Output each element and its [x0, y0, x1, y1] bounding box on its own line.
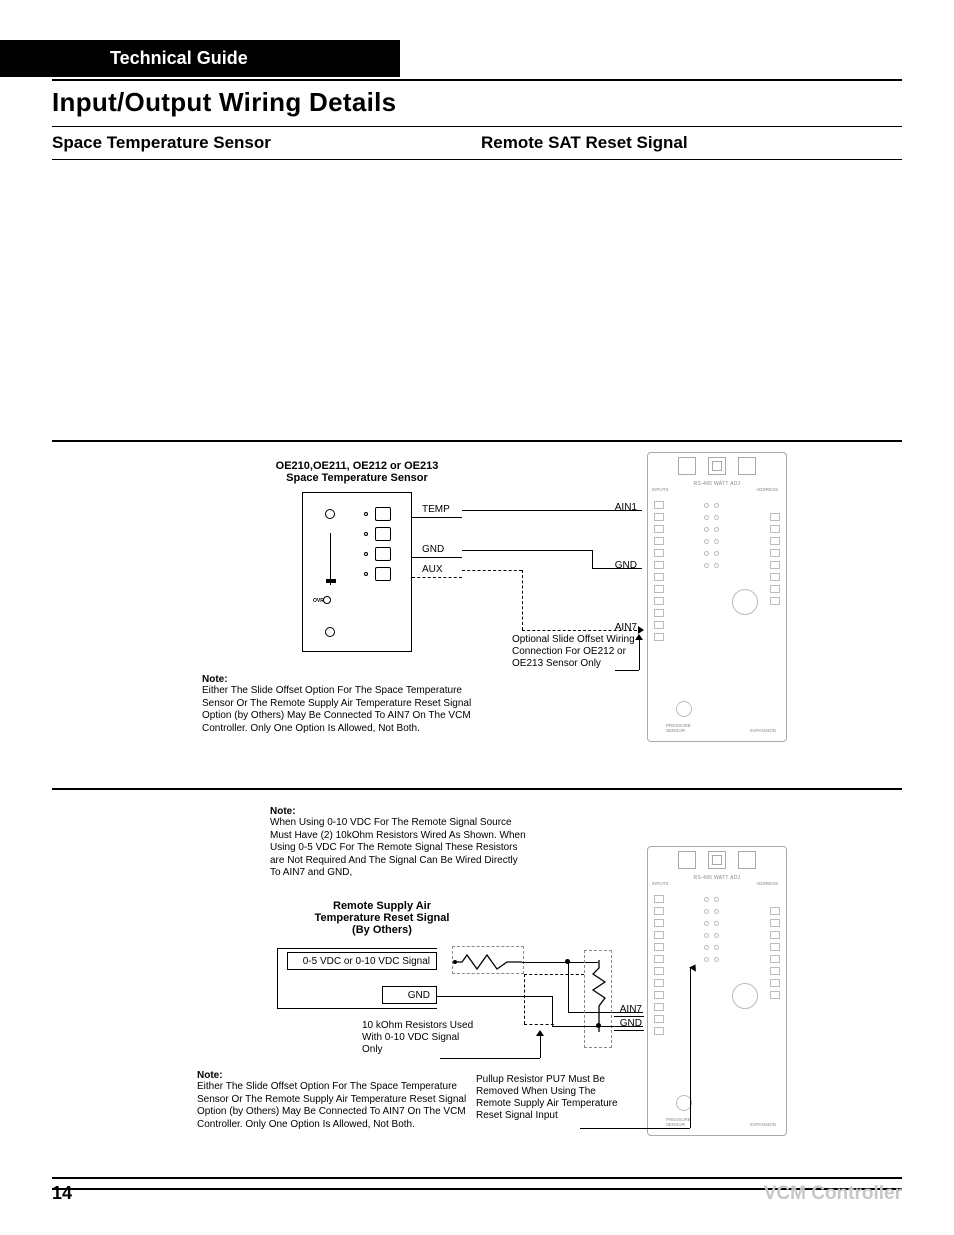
pin-gnd-label: GND	[422, 544, 444, 555]
pin-temp	[361, 507, 391, 521]
term2-ul2	[614, 1030, 644, 1031]
signal-box: 0-5 VDC or 0-10 VDC Signal	[287, 952, 437, 970]
figure1-title: OE210,OE211, OE212 or OE213 Space Temper…	[252, 460, 462, 484]
pin-gnd	[361, 547, 391, 561]
figure2-note1-label: Note:	[270, 806, 530, 817]
arrow-ain7	[638, 626, 644, 634]
pullup-leader-v	[690, 968, 691, 1128]
callout-leader-h	[615, 670, 639, 671]
sensor-box: OVR	[302, 492, 412, 652]
figure2-note1-text: When Using 0-10 VDC For The Remote Signa…	[270, 817, 530, 880]
figure-1: OE210,OE211, OE212 or OE213 Space Temper…	[52, 440, 902, 790]
header-tab: Technical Guide	[0, 40, 400, 77]
pullup-leader-h	[580, 1128, 690, 1129]
figure1-callout: Optional Slide Offset Wiring Connection …	[512, 634, 642, 670]
figure1-note: Note: Either The Slide Offset Option For…	[202, 674, 482, 735]
figure-2: Note: When Using 0-10 VDC For The Remote…	[52, 790, 902, 1190]
wire-gnd-h	[462, 550, 592, 551]
mount-hole-2	[325, 627, 335, 637]
box-link-v	[524, 974, 525, 1024]
footer: 14 VCM Controller	[52, 1177, 902, 1205]
bracket-bot	[277, 1008, 437, 1009]
wire-to-ain7-v	[568, 962, 569, 1012]
pin-aux-ul	[412, 577, 462, 578]
res-leader-v	[540, 1035, 541, 1058]
term2-ain7: AIN7	[612, 1004, 642, 1015]
figure2-title: Remote Supply Air Temperature Reset Sign…	[297, 900, 467, 936]
gnd-box: GND	[382, 986, 437, 1004]
wire-gnd2-h1	[437, 996, 552, 997]
resistor-callout: 10 kOhm Resistors Used With 0-10 VDC Sig…	[362, 1020, 482, 1056]
resistor1-box	[452, 946, 524, 974]
controller-board-1: RS-485 WATT ADJ	[647, 452, 787, 742]
wire-gnd-v	[592, 550, 593, 568]
pin-gnd-ul	[412, 557, 462, 558]
pin-aux-label: AUX	[422, 564, 443, 575]
term-ain7: AIN7	[607, 622, 637, 633]
box-link-top	[524, 974, 584, 975]
figure1-note-label: Note:	[202, 674, 482, 685]
page-title: Input/Output Wiring Details	[52, 87, 902, 118]
term2-gnd: GND	[612, 1018, 642, 1029]
figure1-title-line1: OE210,OE211, OE212 or OE213	[252, 460, 462, 472]
pin-aux	[361, 567, 391, 581]
pullup-callout: Pullup Resistor PU7 Must Be Removed When…	[476, 1074, 631, 1122]
figure2-note1: Note: When Using 0-10 VDC For The Remote…	[270, 806, 530, 880]
figure1-title-line2: Space Temperature Sensor	[252, 472, 462, 484]
term-ain1: AIN1	[607, 502, 637, 513]
wire-aux-v	[522, 570, 523, 630]
res-leader-arrow	[536, 1030, 544, 1036]
figure2-title-line2: Temperature Reset Signal	[297, 912, 467, 924]
slide-knob	[326, 579, 336, 583]
figure2-note2: Note: Either The Slide Offset Option For…	[197, 1070, 477, 1131]
bracket-top	[277, 948, 437, 949]
section-bar: Space Temperature Sensor Remote SAT Rese…	[52, 126, 902, 160]
bracket-v	[277, 948, 278, 1008]
pin-temp-ul	[412, 517, 462, 518]
pin-temp-label: TEMP	[422, 504, 450, 515]
figure2-title-line1: Remote Supply Air	[297, 900, 467, 912]
section-heading-left: Space Temperature Sensor	[52, 133, 473, 153]
controller-board-2: RS-485 WATT ADJ	[647, 846, 787, 1136]
figure2-title-line3: (By Others)	[297, 924, 467, 936]
wire-gnd2-v	[552, 996, 553, 1026]
header-rule	[52, 79, 902, 81]
resistor2-box	[584, 950, 612, 1048]
wire-after-r1	[522, 962, 567, 963]
figure2-note2-label: Note:	[197, 1070, 477, 1081]
term2-ul1	[614, 1016, 644, 1017]
pin-spare1	[361, 527, 391, 541]
box-link-bot	[524, 1024, 554, 1025]
ovr-label: OVR	[313, 598, 324, 604]
mount-hole-1	[325, 509, 335, 519]
ovr-button	[323, 596, 331, 604]
res-leader	[440, 1058, 540, 1059]
node-2	[596, 1023, 601, 1028]
callout-leader-v	[639, 638, 640, 670]
figure2-note2-text: Either The Slide Offset Option For The S…	[197, 1081, 477, 1131]
page-number: 14	[52, 1183, 72, 1205]
doc-name: VCM Controller	[764, 1183, 902, 1205]
slide-track	[330, 533, 331, 585]
figure1-note-text: Either The Slide Offset Option For The S…	[202, 685, 482, 735]
section-heading-right: Remote SAT Reset Signal	[481, 133, 902, 153]
term-gnd: GND	[607, 560, 637, 571]
wire-aux-h1	[462, 570, 522, 571]
